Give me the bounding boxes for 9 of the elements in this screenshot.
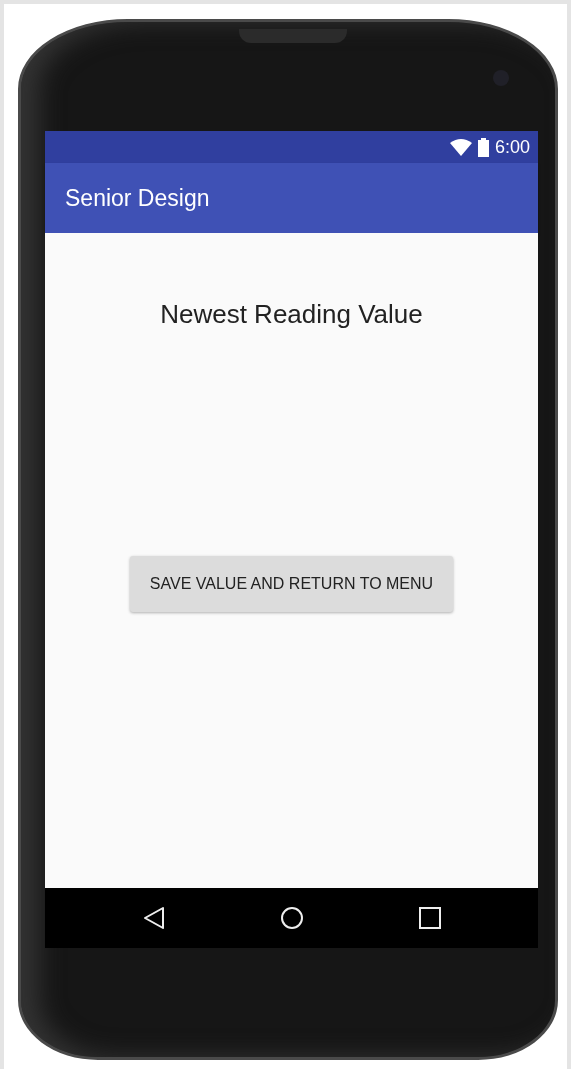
wifi-icon [449,138,472,156]
app-title: Senior Design [65,184,210,212]
home-icon[interactable] [279,906,304,930]
battery-icon [477,137,489,157]
recents-icon[interactable] [418,907,441,929]
back-icon[interactable] [142,906,165,930]
reading-heading: Newest Reading Value [160,299,423,330]
status-time: 6:00 [494,136,530,158]
save-button[interactable]: SAVE VALUE AND RETURN TO MENU [130,556,453,612]
